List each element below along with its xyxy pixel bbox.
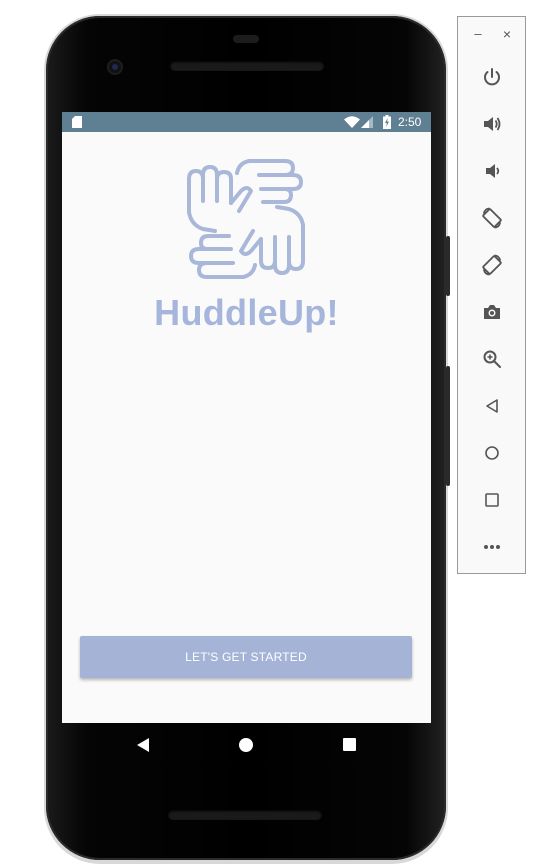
zoom-icon bbox=[483, 350, 501, 368]
volume-side-button bbox=[446, 366, 450, 486]
zoom-button[interactable] bbox=[480, 347, 504, 371]
overview-square-icon bbox=[485, 493, 499, 507]
rotate-right-button[interactable] bbox=[480, 253, 504, 277]
camera-icon bbox=[484, 305, 500, 319]
status-bar: 2:50 bbox=[62, 112, 431, 132]
bottom-speaker-grille bbox=[168, 810, 322, 820]
screenshot-button[interactable] bbox=[480, 300, 504, 324]
back-triangle-icon bbox=[486, 399, 498, 413]
rotate-left-button[interactable] bbox=[480, 206, 504, 230]
power-button[interactable] bbox=[480, 65, 504, 89]
cell-signal-icon bbox=[361, 116, 373, 128]
volume-down-button[interactable] bbox=[480, 159, 504, 183]
front-camera bbox=[107, 59, 123, 75]
sd-card-icon bbox=[72, 116, 82, 128]
battery-charging-icon bbox=[383, 115, 391, 129]
recents-icon[interactable] bbox=[343, 738, 356, 751]
more-icon bbox=[484, 545, 500, 549]
close-button[interactable]: × bbox=[500, 26, 514, 42]
overview-button[interactable] bbox=[480, 488, 504, 512]
device-screen: 2:50 HuddleUp! LET'S GET STARTED bbox=[62, 112, 431, 723]
get-started-button[interactable]: LET'S GET STARTED bbox=[80, 636, 412, 678]
minimize-button[interactable]: – bbox=[471, 26, 485, 42]
home-icon[interactable] bbox=[239, 738, 253, 752]
back-icon[interactable] bbox=[136, 738, 150, 752]
power-icon bbox=[484, 68, 500, 86]
status-time: 2:50 bbox=[398, 115, 422, 129]
home-button[interactable] bbox=[480, 441, 504, 465]
volume-down-icon bbox=[486, 164, 500, 178]
volume-up-button[interactable] bbox=[480, 112, 504, 136]
home-circle-icon bbox=[485, 446, 499, 460]
wifi-icon bbox=[344, 116, 360, 128]
back-button[interactable] bbox=[480, 394, 504, 418]
hands-huddle-icon bbox=[187, 159, 305, 279]
more-button[interactable] bbox=[480, 535, 504, 559]
volume-up-icon bbox=[484, 117, 501, 131]
app-name-title: HuddleUp! bbox=[154, 292, 339, 333]
emulator-toolbar: – × bbox=[457, 16, 526, 574]
rotate-right-icon bbox=[482, 254, 502, 276]
power-side-button bbox=[446, 236, 450, 296]
top-speaker-grille bbox=[170, 61, 324, 71]
earpiece bbox=[233, 35, 259, 43]
rotate-left-icon bbox=[482, 207, 502, 229]
